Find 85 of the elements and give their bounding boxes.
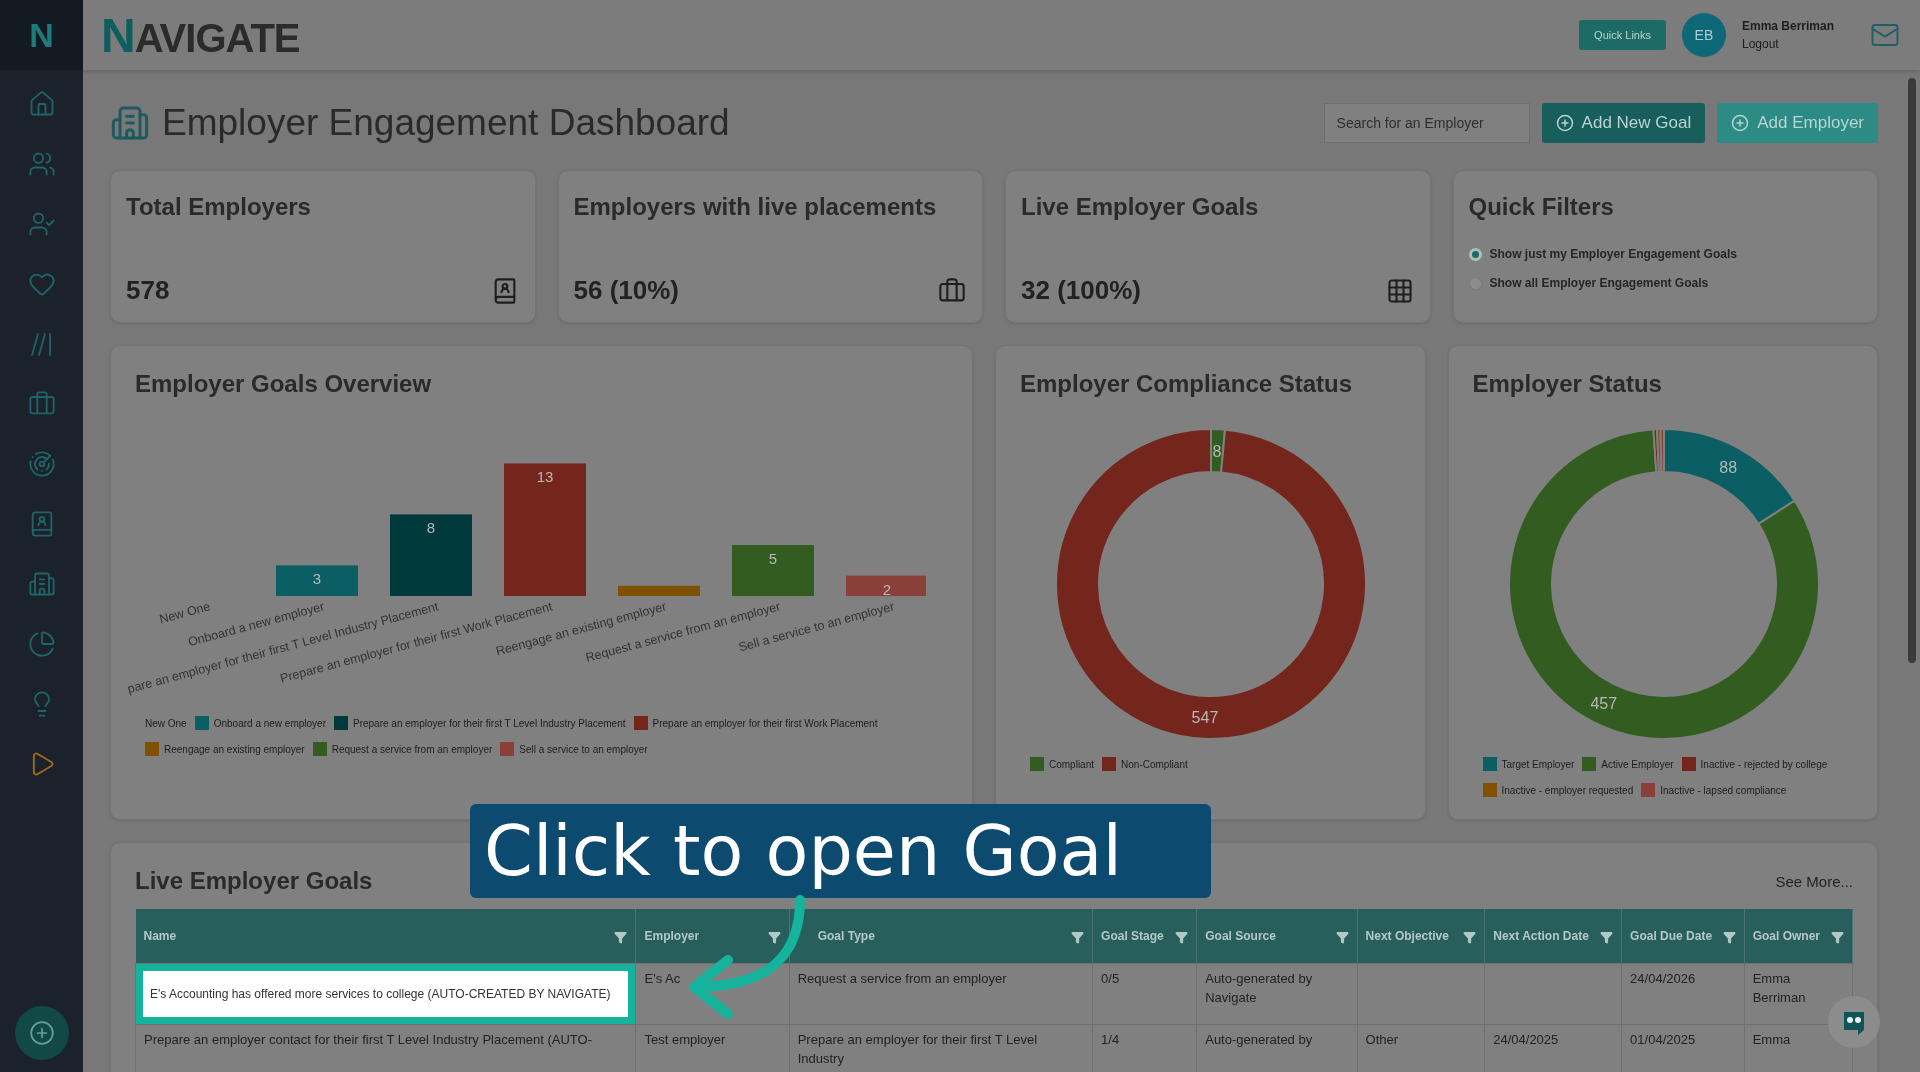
radio-option[interactable]: Show just my Employer Engagement Goals: [1468, 247, 1861, 261]
legend-label: Inactive - employer requested: [1501, 784, 1634, 796]
legend-label: Inactive - rejected by college: [1700, 758, 1828, 770]
stat-value: 32 (100%): [1021, 275, 1141, 306]
see-more-link[interactable]: See More...: [1775, 872, 1853, 890]
page-title: Employer Engagement Dashboard: [162, 102, 731, 144]
bar-value: 13: [536, 468, 554, 486]
filter-icon[interactable]: [1071, 931, 1085, 944]
legend-label: Prepare an employer for their first Work Placement: [652, 717, 878, 729]
grid-icon: [1385, 276, 1414, 305]
table-cell[interactable]: E's Accounting has offered more services to college (AUTO-CREATED BY NAVIGATE): [135, 963, 636, 1025]
column-header[interactable]: Goal Stage: [1092, 909, 1197, 964]
stat-value: 56 (10%): [573, 275, 679, 306]
card-title: Total Employers: [126, 193, 312, 221]
user-name: Emma Berriman: [1741, 19, 1834, 33]
plus-icon: [1731, 114, 1750, 132]
filter-icon[interactable]: [1335, 931, 1349, 944]
card-title: Live Employer Goals: [1021, 193, 1260, 221]
stat-value: 578: [126, 275, 170, 306]
legend-label: New One: [145, 717, 187, 729]
bar-value: 2: [882, 580, 892, 598]
filter-icon[interactable]: [1175, 931, 1189, 944]
bar-value: 5: [768, 550, 778, 567]
column-header[interactable]: Goal Source: [1196, 909, 1358, 964]
card-title: Quick Filters: [1468, 193, 1615, 221]
column-header[interactable]: Goal Owner: [1744, 909, 1853, 964]
slice-value: 547: [1191, 709, 1219, 727]
legend-label: Active Employer: [1601, 758, 1674, 770]
legend-label: Compliant: [1049, 758, 1095, 770]
card-title: Live Employer Goals: [135, 867, 373, 895]
pie-chart-icon: [27, 630, 56, 658]
column-header[interactable]: Goal Type: [789, 909, 1093, 964]
category-label: New One: [157, 599, 212, 627]
card-title: Employers with live placements: [573, 193, 938, 221]
column-header[interactable]: Goal Due Date: [1621, 909, 1745, 964]
add-button[interactable]: [14, 1006, 69, 1060]
legend-label: Non-Compliant: [1121, 758, 1188, 770]
logout-link[interactable]: Logout: [1741, 37, 1834, 51]
search-field[interactable]: Search for an Employer: [1323, 103, 1530, 143]
table-cell: E's Ac: [636, 963, 790, 1025]
user-check-icon: [27, 210, 56, 238]
bar-value: 8: [426, 519, 436, 537]
column-header[interactable]: Employer: [636, 909, 790, 964]
building-icon: [27, 570, 56, 598]
column-header[interactable]: Next Action Date: [1484, 909, 1622, 964]
card-title: Employer Goals Overview: [135, 370, 433, 398]
legend-label: Inactive - lapsed compliance: [1660, 784, 1787, 796]
legend-label: Sell a service to an employer: [519, 743, 648, 755]
bar-value: 3: [312, 570, 322, 588]
legend-label: Reengage an existing employer: [164, 743, 305, 755]
table-cell[interactable]: Prepare an employer contact for their first T Level Industry Placement (AUTO-: [135, 1024, 636, 1072]
card-title: Employer Compliance Status: [1020, 370, 1354, 398]
column-header[interactable]: Name: [135, 909, 636, 964]
table-cell: Auto-generated by Navigate: [1196, 963, 1358, 1025]
plus-icon: [1555, 114, 1574, 132]
filter-icon[interactable]: [1600, 931, 1614, 944]
callout-banner: Click to open Goal: [470, 804, 1211, 898]
table-cell: Request a service from an employer: [789, 963, 1093, 1025]
column-header[interactable]: Next Objective: [1357, 909, 1485, 964]
filter-icon[interactable]: [1831, 931, 1844, 944]
legend-label: Request a service from an employer: [331, 743, 493, 755]
slice-value: 8: [1212, 442, 1222, 460]
sidebar-logo: N: [29, 15, 54, 55]
table-cell: 24/04/2026: [1621, 963, 1745, 1025]
table-cell: 0/5: [1092, 963, 1197, 1025]
filter-icon[interactable]: [614, 931, 628, 944]
legend-label: Prepare an employer for their first T Level Industry Placement: [353, 717, 626, 729]
quick-links-button[interactable]: Quick Links: [1579, 20, 1666, 50]
add-button[interactable]: Add Employer: [1717, 103, 1878, 143]
slice-value: 88: [1718, 458, 1737, 476]
plus-icon: [28, 1020, 55, 1046]
filter-icon[interactable]: [767, 931, 781, 944]
add-button[interactable]: Add New Goal: [1541, 103, 1706, 143]
radio-option[interactable]: Show all Employer Engagement Goals: [1468, 276, 1861, 290]
legend-label: Onboard a new employer: [213, 717, 326, 729]
scrollbar[interactable]: [1908, 78, 1916, 663]
slice-value: 457: [1590, 695, 1617, 713]
legend-label: Target Employer: [1501, 758, 1575, 770]
user-avatar: EB: [1681, 13, 1726, 57]
radar-icon: [27, 450, 56, 478]
filter-icon[interactable]: [1463, 931, 1477, 944]
filter-icon[interactable]: [1722, 931, 1736, 944]
logo: NAVIGATE: [101, 7, 301, 63]
card-title: Employer Status: [1472, 370, 1663, 398]
users-icon: [27, 150, 56, 178]
